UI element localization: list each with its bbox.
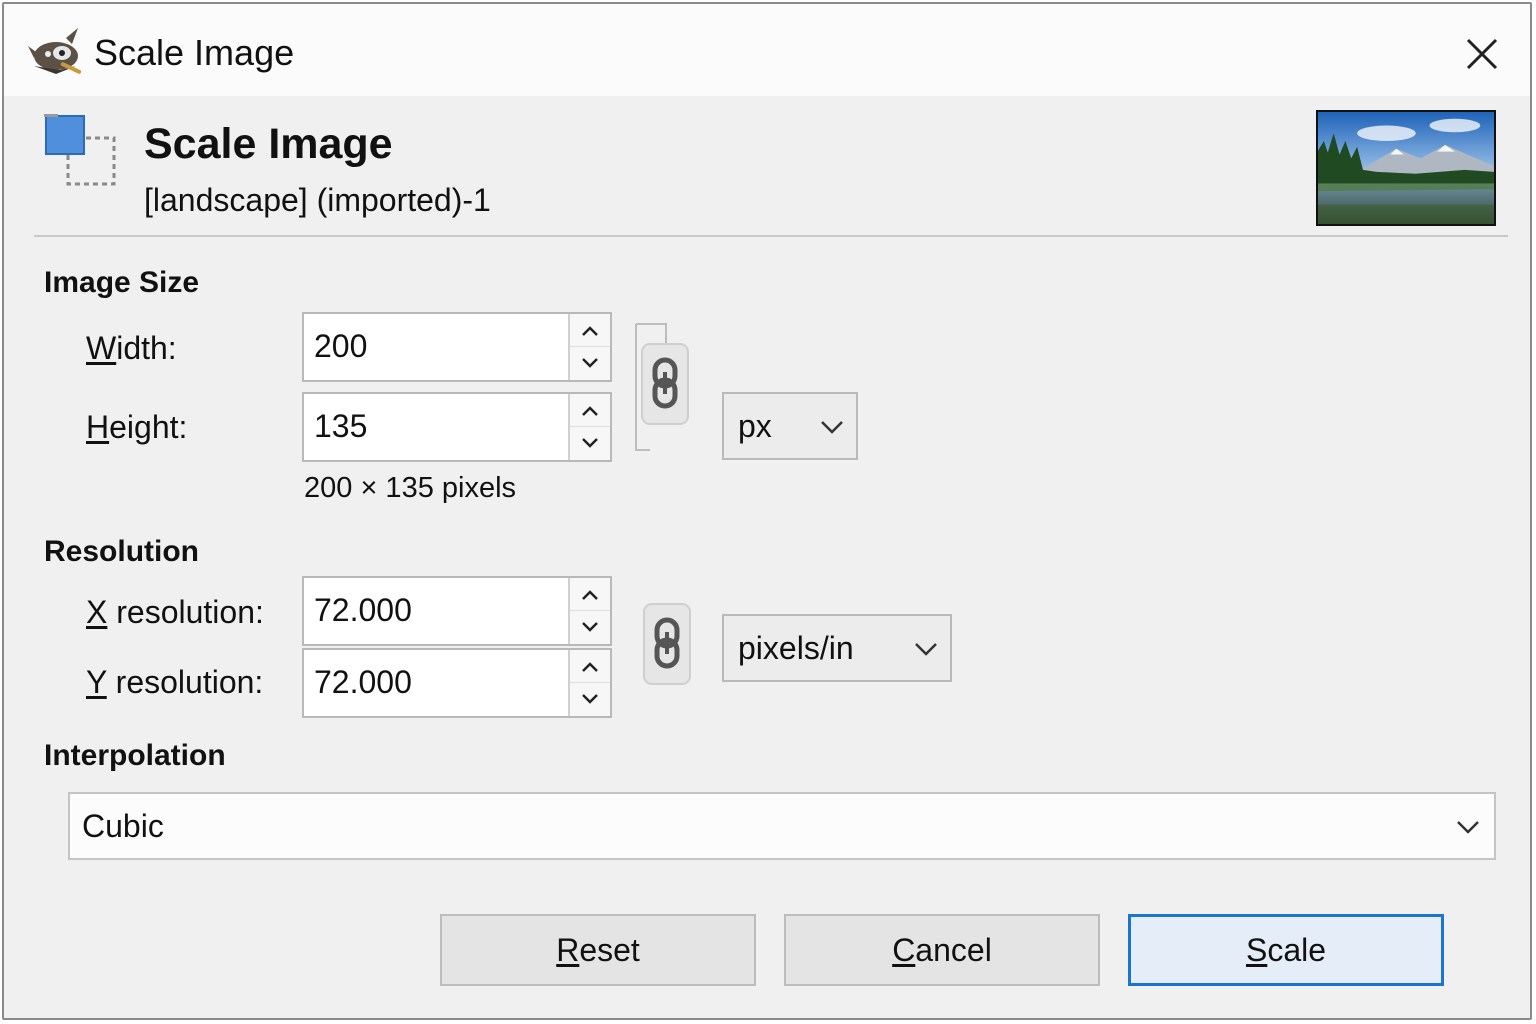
width-label: Width: (86, 330, 177, 366)
x-resolution-spin-buttons (568, 578, 610, 644)
chevron-down-icon (821, 421, 843, 434)
interpolation-value: Cubic (82, 808, 164, 844)
interpolation-dropdown[interactable]: Cubic (68, 792, 1496, 860)
height-increment-button[interactable] (570, 394, 610, 427)
size-unit-dropdown[interactable]: px (722, 392, 858, 460)
arrow-up-icon (582, 662, 598, 672)
title-bar: Scale Image (4, 4, 1530, 96)
y-resolution-spin-buttons (568, 650, 610, 716)
width-decrement-button[interactable] (570, 347, 610, 380)
dialog-heading: Scale Image (144, 120, 393, 168)
close-icon[interactable] (1452, 24, 1508, 80)
y-resolution-label: Y resolution: (86, 664, 264, 700)
width-spinbox[interactable]: 200 (302, 312, 612, 382)
image-name: [landscape] (imported)-1 (144, 182, 491, 218)
scale-image-dialog: Scale Image Scale Image [landscape] (imp… (2, 2, 1532, 1020)
arrow-down-icon (582, 622, 598, 632)
scale-image-icon (44, 114, 116, 186)
chevron-down-icon (1457, 821, 1479, 834)
resolution-unit-dropdown[interactable]: pixels/in (722, 614, 952, 682)
chevron-down-icon (915, 643, 937, 656)
landscape-thumbnail (1316, 110, 1496, 226)
interpolation-section-title: Interpolation (44, 739, 226, 772)
y-resolution-increment-button[interactable] (570, 650, 610, 683)
dialog-header: Scale Image [landscape] (imported)-1 (4, 96, 1530, 238)
x-resolution-label: X resolution: (86, 594, 264, 630)
image-size-section-title: Image Size (44, 266, 200, 299)
x-resolution-spinbox[interactable]: 72.000 (302, 576, 612, 646)
x-resolution-increment-button[interactable] (570, 578, 610, 611)
arrow-down-icon (582, 694, 598, 704)
y-resolution-decrement-button[interactable] (570, 683, 610, 716)
resolution-chain-link-icon[interactable] (642, 602, 692, 686)
cancel-button[interactable]: Cancel (784, 914, 1100, 986)
arrow-down-icon (582, 438, 598, 448)
gimp-wilber-icon (28, 28, 82, 74)
width-increment-button[interactable] (570, 314, 610, 347)
height-decrement-button[interactable] (570, 427, 610, 460)
x-resolution-value[interactable]: 72.000 (314, 592, 412, 629)
window-title: Scale Image (94, 32, 295, 73)
header-separator (34, 235, 1508, 237)
pixel-size-readout: 200 × 135 pixels (304, 472, 517, 504)
size-chain-link-icon[interactable] (632, 322, 696, 456)
scale-button[interactable]: Scale (1128, 914, 1444, 986)
arrow-down-icon (582, 358, 598, 368)
height-value[interactable]: 135 (314, 408, 367, 445)
y-resolution-value[interactable]: 72.000 (314, 664, 412, 701)
resolution-section-title: Resolution (44, 535, 199, 568)
reset-button[interactable]: Reset (440, 914, 756, 986)
height-spin-buttons (568, 394, 610, 460)
arrow-up-icon (582, 326, 598, 336)
y-resolution-spinbox[interactable]: 72.000 (302, 648, 612, 718)
height-spinbox[interactable]: 135 (302, 392, 612, 462)
width-spin-buttons (568, 314, 610, 380)
arrow-up-icon (582, 590, 598, 600)
x-resolution-decrement-button[interactable] (570, 611, 610, 644)
width-value[interactable]: 200 (314, 328, 367, 365)
arrow-up-icon (582, 406, 598, 416)
height-label: Height: (86, 409, 188, 445)
size-unit-value: px (738, 408, 772, 444)
resolution-unit-value: pixels/in (738, 630, 854, 666)
